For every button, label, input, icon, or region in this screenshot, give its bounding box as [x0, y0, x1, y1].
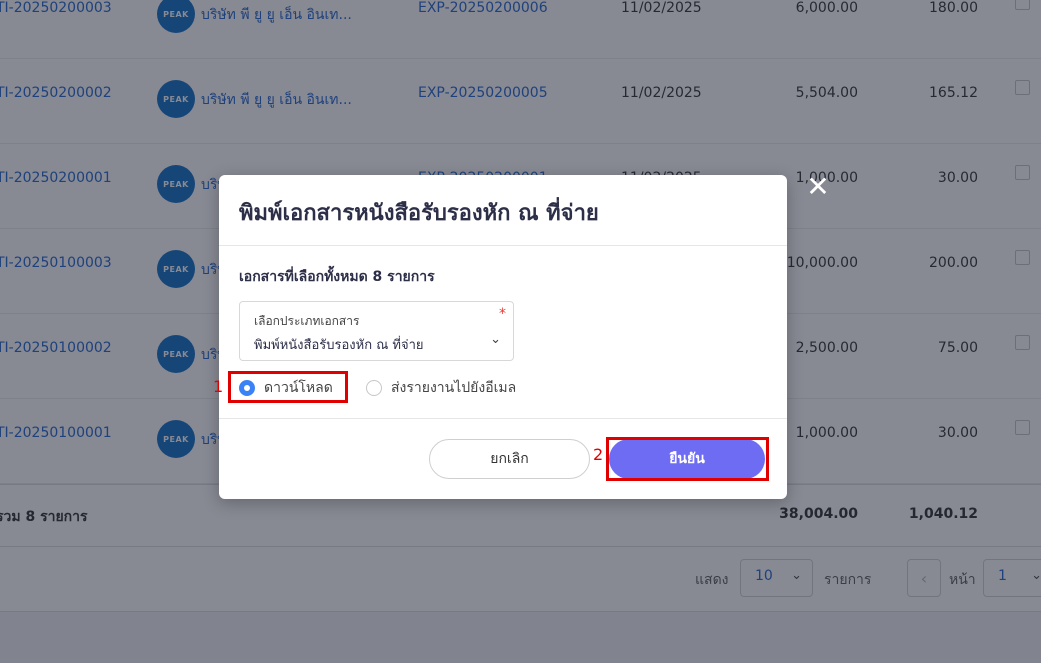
selected-count: เอกสารที่เลือกทั้งหมด 8 รายการ [239, 269, 435, 285]
highlight-box-confirm [606, 437, 769, 481]
step-marker-1: 1 [213, 377, 224, 396]
radio-download-label: ดาวน์โหลด [264, 380, 333, 396]
document-type-value: พิมพ์หนังสือรับรองหัก ณ ที่จ่าย [254, 338, 424, 353]
radio-selected-icon [239, 380, 255, 396]
divider [219, 245, 787, 246]
cancel-button[interactable]: ยกเลิก [429, 439, 590, 479]
radio-email-label: ส่งรายงานไปยังอีเมล [391, 380, 517, 396]
required-mark: * [499, 306, 506, 322]
close-icon[interactable]: ✕ [805, 173, 831, 201]
chevron-down-icon: ⌄ [490, 332, 501, 347]
radio-unselected-icon [366, 380, 382, 396]
print-wht-modal: พิมพ์เอกสารหนังสือรับรองหัก ณ ที่จ่าย เอ… [213, 175, 787, 499]
radio-email[interactable]: ส่งรายงานไปยังอีเมล [366, 375, 516, 401]
radio-download[interactable]: ดาวน์โหลด [239, 375, 333, 401]
document-type-label: เลือกประเภทเอกสาร [254, 314, 360, 328]
divider [219, 418, 787, 419]
step-marker-2: 2 [593, 445, 604, 464]
modal-title: พิมพ์เอกสารหนังสือรับรองหัก ณ ที่จ่าย [239, 201, 599, 226]
document-type-select[interactable]: เลือกประเภทเอกสาร * พิมพ์หนังสือรับรองหั… [239, 301, 514, 361]
